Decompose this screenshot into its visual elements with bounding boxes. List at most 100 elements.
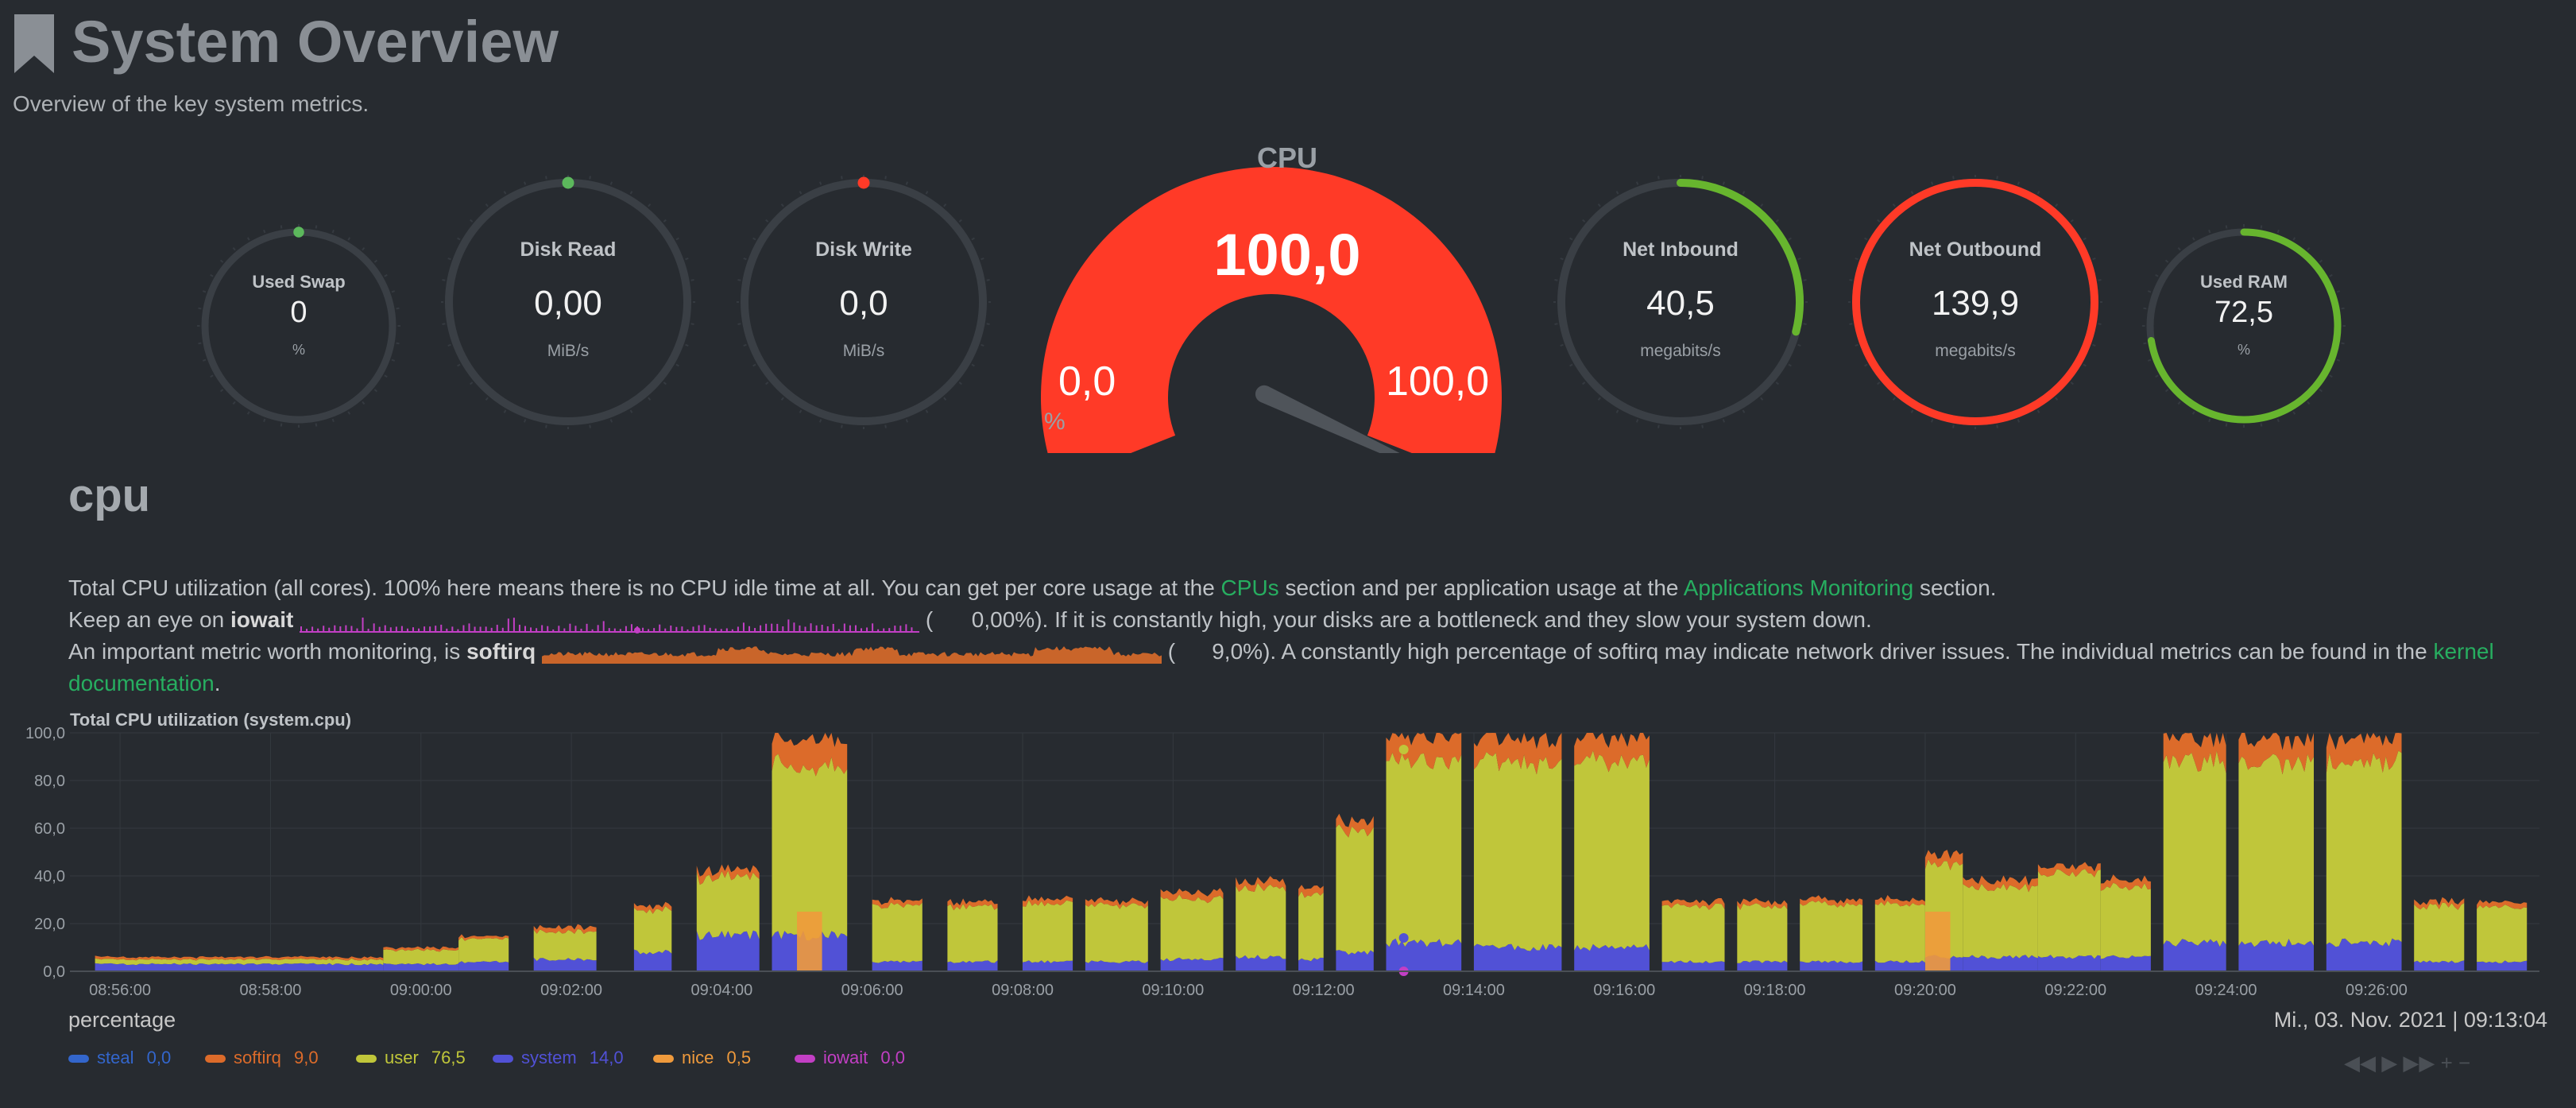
gauge-tick (609, 419, 613, 423)
area-user (1085, 902, 1148, 963)
gauge-tick (373, 389, 378, 393)
legend-item-user[interactable]: user 76,5 (356, 1048, 466, 1068)
cpu-gauge-arc (1041, 166, 1502, 453)
y-tick-label: 40,0 (34, 868, 65, 885)
area-user (2477, 905, 2528, 963)
gauge-tick (1996, 176, 1998, 180)
gauge-tick (315, 423, 318, 427)
gauge-tick (765, 219, 769, 223)
gauge-disk-write[interactable]: Disk Write 0,0 MiB/s (737, 175, 991, 429)
paren-open: ( (925, 607, 934, 632)
gauge-tick (2307, 246, 2311, 251)
y-tick-label: 20,0 (34, 916, 65, 933)
gauge-tick (663, 219, 667, 223)
area-user (2100, 882, 2151, 959)
text: ). If it is constantly high, your disks … (1035, 607, 1872, 632)
gauge-tick (2177, 401, 2181, 405)
kernel-link[interactable]: kernel (2433, 639, 2493, 664)
gauge-tick (2098, 279, 2102, 281)
area-user (696, 870, 760, 940)
cpu-gauge-graphic (1041, 166, 1502, 453)
cpu-gauge-label: CPU (1256, 141, 1317, 174)
gauge-tick (503, 191, 507, 195)
gauge-tick (2098, 323, 2102, 325)
gauge-tick (1554, 279, 1558, 281)
applications-monitoring-link[interactable]: Applications Monitoring (1684, 575, 1914, 600)
gauge-tick (315, 225, 318, 229)
gauge-tick (675, 363, 679, 367)
gauge-tick (690, 323, 694, 325)
gauge-used-ram[interactable]: Used RAM 72,5 % (2142, 224, 2346, 428)
iowait-sparkline[interactable] (300, 608, 920, 635)
gauge-tick (2260, 225, 2263, 229)
text: section. (1913, 575, 1997, 600)
x-tick-label: 09:04:00 (690, 982, 752, 999)
area-user (1160, 894, 1224, 962)
legend-value: 0,0 (876, 1048, 905, 1067)
gauge-cpu[interactable]: CPU 100,0 0,0 100,0 % (1033, 135, 1541, 453)
gauge-tick (362, 401, 366, 405)
gauge-label: Disk Write (815, 238, 912, 261)
area-user (458, 936, 509, 963)
gauge-tick (331, 229, 335, 234)
chart-controls[interactable]: ◀◀ ▶ ▶▶ + − (2344, 1051, 2470, 1075)
chart-date: Mi., 03. Nov. 2021 | 09:13:04 (2273, 1008, 2547, 1032)
gauge-tick (1742, 191, 1746, 195)
gauge-tick (958, 382, 962, 385)
gauge-net-inbound[interactable]: Net Inbound 40,5 megabits/s (1553, 175, 1808, 429)
legend-item-steal[interactable]: steal 0,0 (68, 1048, 171, 1068)
gauge-indicator-dot (293, 227, 304, 238)
x-tick-label: 09:26:00 (2346, 982, 2408, 999)
gauge-tick (2147, 358, 2152, 362)
legend-item-softirq[interactable]: softirq 9,0 (205, 1048, 319, 1068)
iowait-label: iowait (230, 607, 294, 632)
gauge-tick (263, 229, 266, 234)
gauge-tick (765, 382, 769, 385)
gauge-tick (1701, 424, 1704, 428)
documentation-link[interactable]: documentation (68, 671, 215, 695)
gauge-tick (2208, 418, 2211, 423)
cpus-link[interactable]: CPUs (1221, 575, 1279, 600)
gauge-tick (347, 411, 351, 415)
gauge-tick (648, 203, 652, 207)
legend-value: 76,5 (426, 1048, 466, 1067)
cpu-chart[interactable]: 0,0 20,0 40,0 60,0 80,0 100,0 08:56:00 08:58:00… (0, 723, 2576, 1001)
section-title: cpu (68, 470, 151, 521)
gauge-tick (1849, 279, 1853, 281)
gauge-tick (263, 418, 266, 423)
gauge-tick (1910, 409, 1914, 413)
gauge-tick (1877, 382, 1881, 385)
gauge-unit: MiB/s (842, 342, 885, 360)
area-nice (1924, 912, 1951, 971)
gauge-net-outbound[interactable]: Net Outbound 139,9 megabits/s (1848, 175, 2102, 429)
x-tick-label: 09:22:00 (2044, 982, 2106, 999)
legend-swatch (795, 1055, 815, 1063)
y-tick-label: 80,0 (34, 773, 65, 790)
gauge-tick (2083, 363, 2087, 367)
gauge-tick (2070, 219, 2074, 223)
text: section and per application usage at the (1278, 575, 1684, 600)
gauge-tick (971, 363, 975, 367)
legend-item-iowait[interactable]: iowait 0,0 (795, 1048, 905, 1068)
gauge-tick (925, 191, 929, 195)
gauge-tick (232, 401, 236, 405)
gauge-disk-read[interactable]: Disk Read 0,00 MiB/s (441, 175, 695, 429)
legend-swatch (205, 1055, 226, 1063)
area-system (1023, 960, 1073, 971)
gauge-unit: megabits/s (1640, 342, 1721, 360)
legend-item-nice[interactable]: nice 0,5 (653, 1048, 751, 1068)
gauge-tick (818, 181, 822, 185)
text: An important metric worth monitoring, is (68, 639, 467, 664)
gauge-tick (2017, 419, 2021, 423)
gauge-tick (503, 409, 507, 413)
gauge-tick (1996, 424, 1998, 428)
gauge-used-swap[interactable]: Used Swap 0 % (197, 224, 400, 428)
gauge-tick (1788, 363, 1792, 367)
area-user (1474, 752, 1562, 951)
legend-item-system[interactable]: system 14,0 (493, 1048, 624, 1068)
gauge-label: Net Inbound (1623, 238, 1739, 261)
legend-label: iowait (823, 1048, 868, 1067)
softirq-sparkline[interactable] (541, 640, 1162, 667)
area-user (1023, 900, 1073, 963)
area-user (947, 904, 998, 963)
